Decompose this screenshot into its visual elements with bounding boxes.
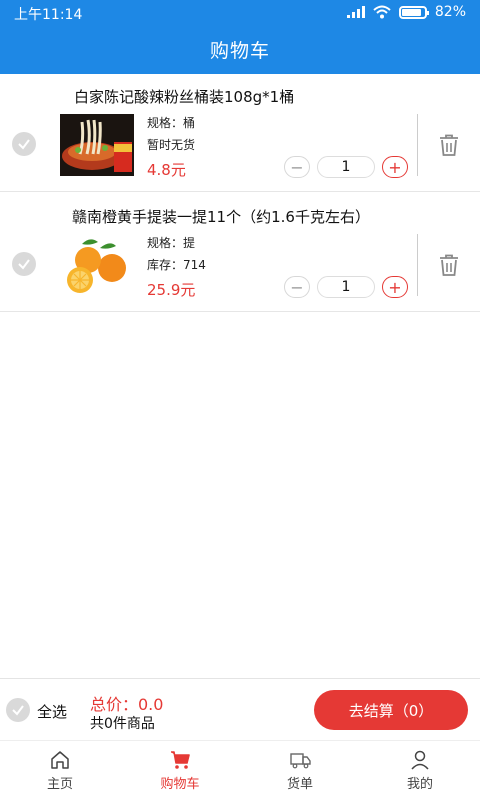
nav-item-profile[interactable]: 我的 [360, 741, 480, 800]
product-name[interactable]: 白家陈记酸辣粉丝桶装108g*1桶 [74, 86, 294, 107]
product-spec: 规格：桶 [147, 116, 196, 130]
status-bar: 上午11:14 82% [0, 0, 480, 26]
trash-icon[interactable] [436, 132, 462, 158]
product-name[interactable]: 赣南橙黄手提装一提11个（约1.6千克左右） [72, 206, 370, 227]
noodle-bucket-image[interactable] [60, 114, 134, 176]
app-header: 上午11:14 82% 购物车 [0, 0, 480, 74]
select-all-label[interactable]: 全选 [37, 701, 67, 722]
bottom-nav: 主页 购物车 货单 我的 [0, 740, 480, 800]
nav-label: 我的 [406, 777, 433, 792]
orange-fruit-image[interactable] [60, 234, 134, 296]
battery-level: 82% [434, 4, 466, 20]
divider [417, 114, 418, 176]
checkout-bar: 全选 总价：0.0 共0件商品 去结算（0） [0, 678, 480, 740]
decrease-button[interactable]: − [284, 156, 310, 178]
user-icon [411, 750, 429, 770]
nav-label: 主页 [46, 777, 73, 792]
stock-count: 库存：714 [147, 258, 206, 272]
stock-status: 暂时无货 [147, 138, 196, 152]
quantity-stepper: − 1 + [284, 276, 408, 298]
trash-icon[interactable] [436, 252, 462, 278]
signal-icon [346, 6, 365, 18]
cart-item: 赣南橙黄手提装一提11个（约1.6千克左右） 规格：提 库存：714 25.9元… [0, 194, 480, 312]
nav-label: 购物车 [160, 777, 200, 792]
nav-item-home[interactable]: 主页 [0, 741, 120, 800]
nav-item-orders[interactable]: 货单 [240, 741, 360, 800]
product-price: 4.8元 [147, 161, 186, 179]
nav-label: 货单 [286, 777, 313, 792]
delivery-truck-icon [290, 753, 311, 769]
check-icon [12, 705, 24, 716]
product-spec: 规格：提 [147, 236, 196, 250]
quantity-stepper: − 1 + [284, 156, 408, 178]
status-indicators: 82% [346, 4, 466, 20]
check-icon [18, 259, 30, 270]
increase-button[interactable]: + [382, 276, 408, 298]
select-all-checkbox[interactable] [6, 698, 30, 722]
page-title: 购物车 [209, 40, 270, 62]
item-select-checkbox[interactable] [12, 252, 36, 276]
checkout-button[interactable]: 去结算（0） [314, 690, 468, 730]
home-icon [51, 751, 69, 769]
increase-button[interactable]: + [382, 156, 408, 178]
wifi-icon [373, 5, 391, 19]
divider [417, 234, 418, 296]
cart-item: 白家陈记酸辣粉丝桶装108g*1桶 规格：桶 暂时无货 4.8元 − 1 + [0, 74, 480, 192]
nav-item-cart[interactable]: 购物车 [120, 741, 240, 800]
cart-icon [171, 751, 190, 769]
total-price: 总价：0.0 [90, 695, 164, 714]
item-count: 共0件商品 [90, 716, 155, 732]
product-price: 25.9元 [147, 281, 196, 299]
quantity-field[interactable]: 1 [317, 156, 375, 178]
quantity-field[interactable]: 1 [317, 276, 375, 298]
item-select-checkbox[interactable] [12, 132, 36, 156]
battery-icon [398, 5, 429, 19]
status-time: 上午11:14 [14, 7, 83, 23]
decrease-button[interactable]: − [284, 276, 310, 298]
check-icon [18, 139, 30, 150]
